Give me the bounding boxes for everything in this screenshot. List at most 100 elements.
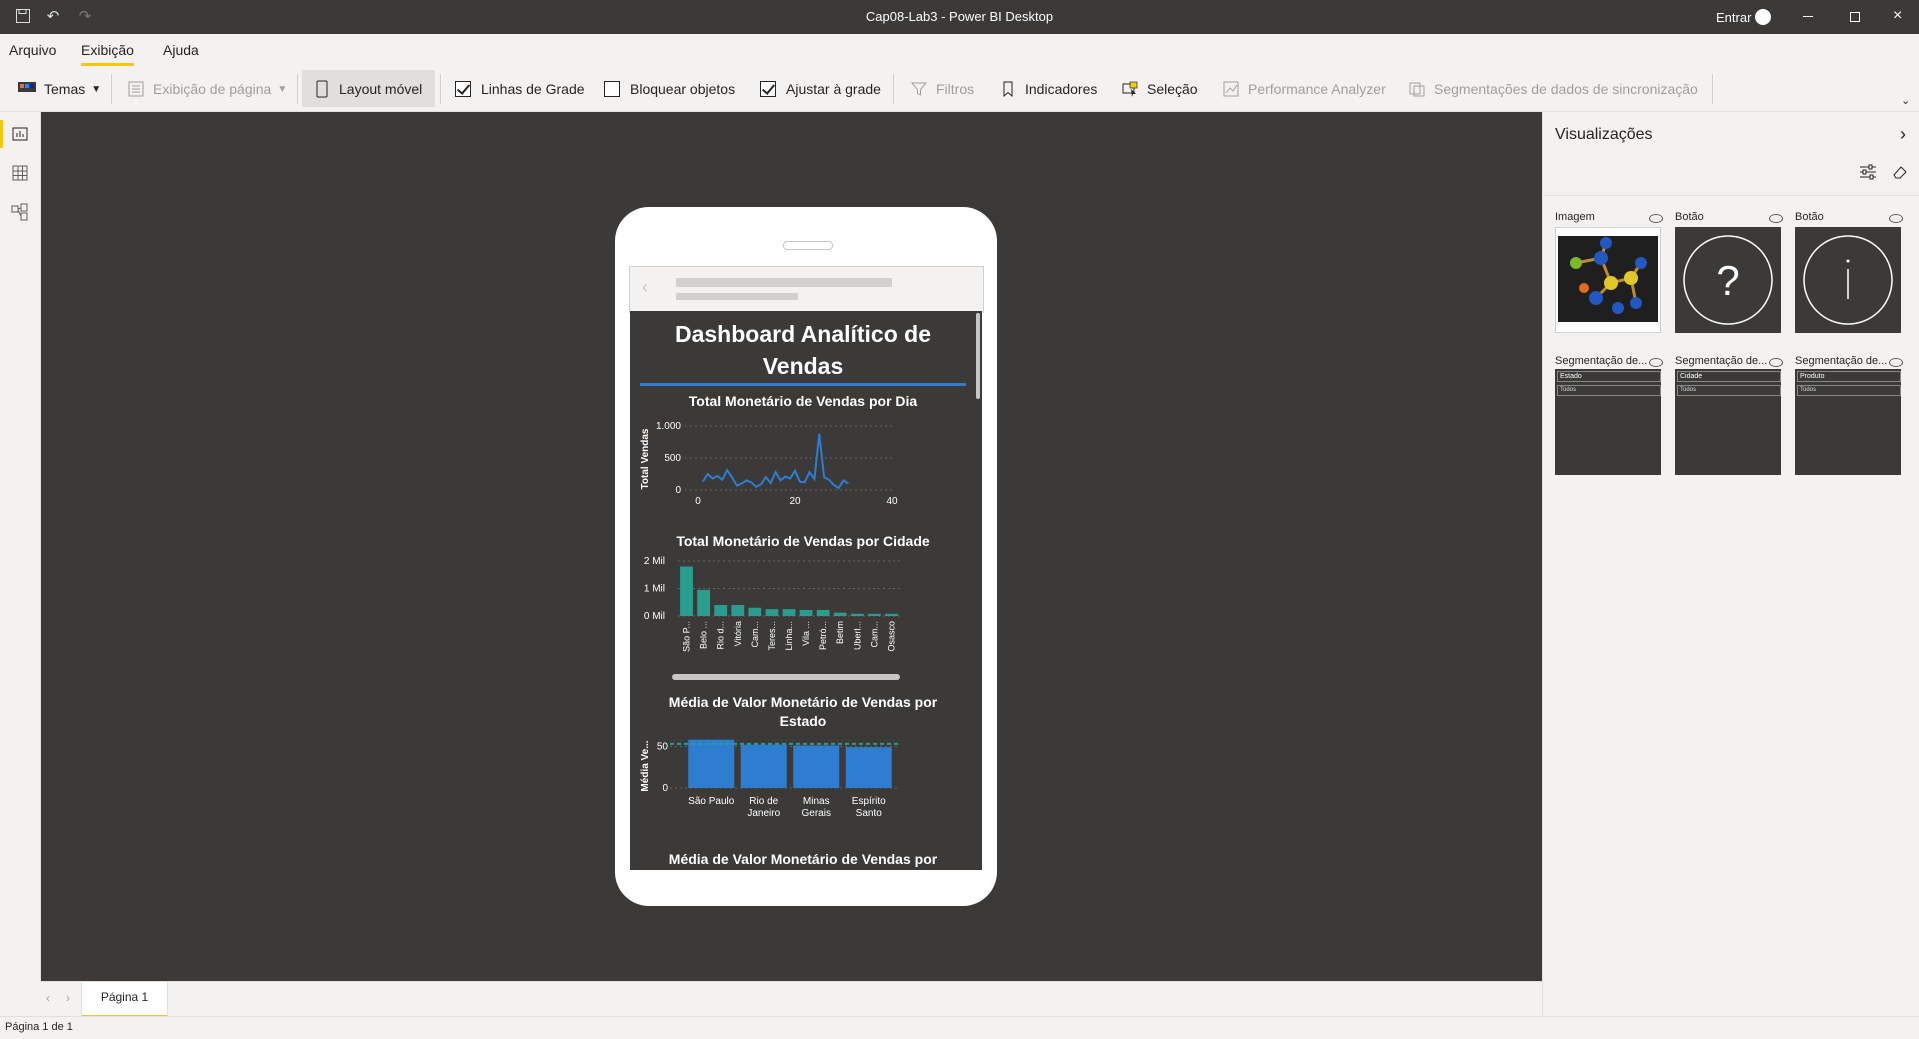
screen-scrollbar[interactable] — [976, 313, 980, 399]
title-underline — [640, 383, 966, 386]
bar — [740, 744, 787, 788]
button-info-card[interactable] — [1795, 227, 1901, 333]
x-tick-label: 20 — [789, 496, 801, 507]
eraser-icon[interactable] — [1891, 164, 1909, 183]
sync-slicers-button[interactable]: Segmentações de dados de sincronização — [1408, 78, 1698, 100]
image-visual-card[interactable] — [1555, 227, 1661, 333]
x-tick-label: Santo — [856, 808, 883, 819]
x-tick-label: Minas — [803, 796, 830, 807]
mobile-layout-button[interactable]: Layout móvel — [313, 78, 422, 100]
signin-label[interactable]: Entrar — [1716, 10, 1751, 25]
x-tick-label: Teres... — [767, 621, 777, 651]
eye-icon[interactable] — [1649, 214, 1663, 223]
minimize-icon[interactable] — [1803, 16, 1813, 17]
report-view-icon[interactable] — [10, 124, 30, 144]
dashboard-title-line: Vendas — [762, 353, 844, 379]
ribbon-divider — [440, 74, 441, 104]
themes-button[interactable]: Temas ▼ — [18, 78, 101, 100]
bar — [731, 605, 745, 616]
menu-bar: Arquivo Exibição Ajuda — [0, 34, 1919, 66]
dashboard-title: Dashboard Analítico de Vendas — [630, 318, 976, 382]
eye-icon[interactable] — [1889, 214, 1903, 223]
x-tick-label: Belo ... — [699, 621, 709, 649]
status-bar: Página 1 de 1 — [0, 1016, 1919, 1039]
eye-icon[interactable] — [1769, 214, 1783, 223]
window-title: Cap08-Lab3 - Power BI Desktop — [865, 9, 1054, 24]
themes-label: Temas — [44, 81, 86, 97]
chart3-title-line: Estado — [779, 713, 827, 729]
chart4-title: Média de Valor Monetário de Vendas por — [668, 851, 938, 867]
chart3-title: Média de Valor Monetário de Vendas por E… — [630, 693, 976, 731]
phone-screen[interactable]: Dashboard Analítico de Vendas Total Mone… — [630, 311, 982, 870]
phone-app-header: ‹ — [629, 266, 984, 313]
slicer-produto-card[interactable]: Produto Todos — [1795, 369, 1901, 475]
dashboard-title-line: Dashboard Analítico de — [674, 321, 932, 347]
eye-icon[interactable] — [1769, 358, 1783, 367]
themes-icon — [18, 80, 36, 98]
card-label: Segmentação de... — [1675, 355, 1768, 367]
eye-icon[interactable] — [1649, 358, 1663, 367]
button-question-card[interactable]: ? — [1675, 227, 1781, 333]
bar — [816, 609, 830, 616]
chevron-down-icon: ▼ — [277, 83, 288, 95]
card-label: Botão — [1795, 211, 1824, 223]
y-tick-label: 50 — [657, 741, 669, 752]
tab-pagina-1[interactable]: Página 1 — [81, 982, 168, 1018]
prev-page-icon[interactable]: ‹ — [46, 991, 50, 1005]
title-bar: ↶ ↷ Cap08-Lab3 - Power BI Desktop Entrar… — [0, 0, 1919, 34]
format-settings-icon[interactable] — [1859, 164, 1877, 183]
x-tick-label: Linha... — [784, 621, 794, 651]
page-view-icon — [127, 80, 145, 98]
pane-divider — [1543, 195, 1919, 196]
chart1-title: Total Monetário de Vendas por Dia — [688, 393, 918, 409]
back-arrow-icon[interactable]: ‹ — [642, 277, 648, 298]
close-icon[interactable]: × — [1893, 7, 1902, 25]
slicer-field: Estado — [1557, 371, 1661, 382]
city-sales-bar-chart[interactable]: 0 Mil 1 Mil 2 Mil São P... Belo ... Rio d... V… — [630, 551, 976, 691]
page-view-button[interactable]: Exibição de página ▼ — [127, 78, 287, 100]
slicer-field: Cidade — [1677, 371, 1781, 382]
x-tick-label: Espírito — [852, 796, 886, 807]
phone-speaker — [783, 241, 833, 250]
menu-arquivo[interactable]: Arquivo — [9, 42, 56, 58]
model-view-icon[interactable] — [10, 202, 30, 222]
state-avg-bar-chart[interactable]: Média Ve... 0 50 São Paulo Rio deJaneiro Mina… — [630, 731, 976, 851]
next-page-icon[interactable]: › — [66, 991, 70, 1005]
performance-label: Performance Analyzer — [1248, 81, 1386, 97]
menu-exibicao[interactable]: Exibição — [81, 42, 134, 66]
menu-ajuda[interactable]: Ajuda — [163, 42, 199, 58]
bar — [782, 609, 796, 616]
checkbox-checked-icon — [760, 81, 776, 97]
slicer-cidade-card[interactable]: Cidade Todos — [1675, 369, 1781, 475]
performance-analyzer-button[interactable]: Performance Analyzer — [1222, 78, 1386, 100]
gridlines-checkbox[interactable]: Linhas de Grade — [455, 78, 585, 100]
selection-button[interactable]: Seleção — [1121, 78, 1198, 100]
phone-icon — [313, 80, 331, 98]
eye-icon[interactable] — [1889, 358, 1903, 367]
selection-label: Seleção — [1147, 81, 1198, 97]
snap-to-grid-checkbox[interactable]: Ajustar à grade — [760, 78, 881, 100]
svg-text:?: ? — [1716, 257, 1739, 304]
y-tick-label: 2 Mil — [644, 556, 665, 567]
card-label: Imagem — [1555, 211, 1595, 223]
bar — [845, 747, 892, 788]
lock-objects-checkbox[interactable]: Bloquear objetos — [604, 78, 735, 100]
data-view-icon[interactable] — [10, 163, 30, 183]
avatar[interactable] — [1755, 9, 1771, 25]
filters-button[interactable]: Filtros — [910, 78, 974, 100]
sync-slicers-label: Segmentações de dados de sincronização — [1434, 81, 1698, 97]
x-tick-label: Cam... — [869, 621, 879, 648]
bar — [680, 566, 693, 616]
daily-sales-line-chart[interactable]: Total Vendas 0 500 1.000 0 20 40 — [630, 411, 976, 531]
bar — [867, 613, 881, 616]
page-tabs-bar: ‹ › Página 1 — [41, 981, 1542, 1018]
slicer-estado-card[interactable]: Estado Todos — [1555, 369, 1661, 475]
restore-icon[interactable] — [1850, 12, 1860, 22]
header-placeholder-bar — [676, 293, 798, 300]
chevron-right-icon[interactable]: › — [1900, 124, 1906, 145]
selection-icon — [1121, 80, 1139, 98]
bookmarks-button[interactable]: Indicadores — [999, 78, 1097, 100]
filters-label: Filtros — [936, 81, 975, 97]
page-view-label: Exibição de página — [153, 81, 272, 97]
ribbon-collapse-icon[interactable]: ⌄ — [1901, 94, 1910, 107]
